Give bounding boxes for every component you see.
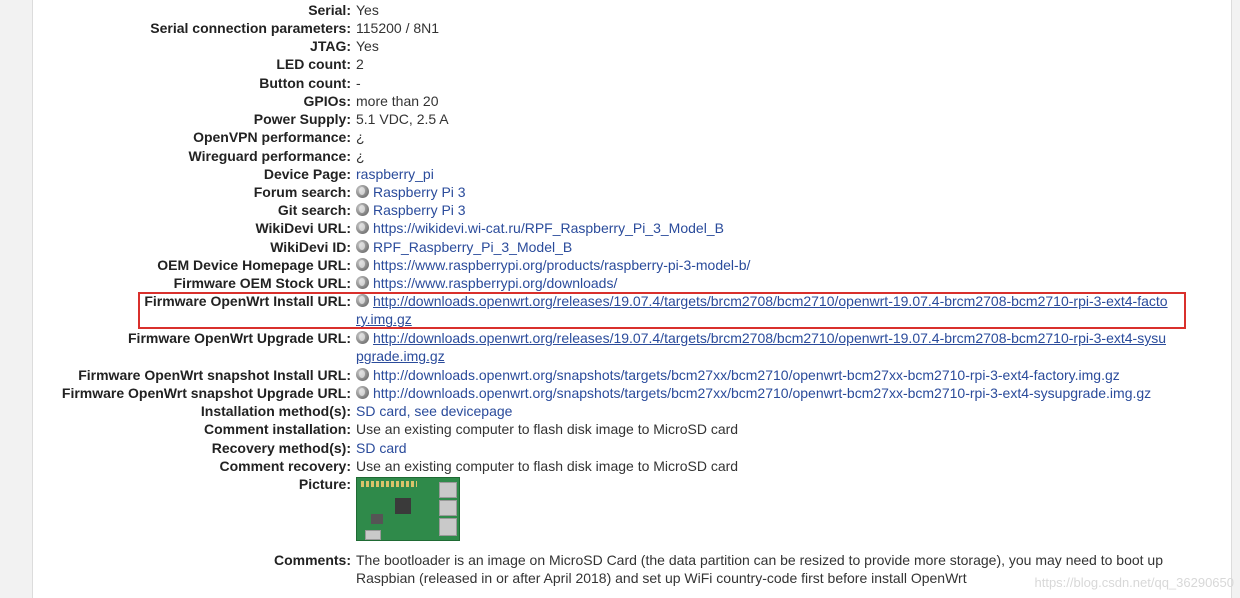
forum-search-link[interactable]: Raspberry Pi 3 [373,184,466,200]
serial-params-value: 115200 / 8N1 [356,20,440,36]
row-wikidevi-url: WikiDevi URL: https://wikidevi.wi-cat.ru… [33,219,1231,237]
install-method-link[interactable]: SD card, see devicepage [356,403,512,419]
row-openvpn: OpenVPN performance: ¿ [33,128,1231,146]
wikidevi-id-link[interactable]: RPF_Raspberry_Pi_3_Model_B [373,239,572,255]
led-count-label: LED count: [276,56,351,72]
recovery-method-link[interactable]: SD card [356,440,407,456]
gpios-value: more than 20 [356,93,439,109]
oem-homepage-link[interactable]: https://www.raspberrypi.org/products/ras… [373,257,750,273]
power-supply-label: Power Supply: [253,111,351,127]
row-recovery-method: Recovery method(s): SD card [33,439,1231,457]
device-page-label: Device Page: [263,166,351,182]
globe-icon [356,203,369,216]
row-serial: Serial: Yes [33,1,1231,19]
power-supply-value: 5.1 VDC, 2.5 A [356,111,449,127]
comment-recovery-value: Use an existing computer to flash disk i… [356,458,739,474]
highlight-box [138,292,1186,329]
row-power-supply: Power Supply: 5.1 VDC, 2.5 A [33,110,1231,128]
row-firmware-oem: Firmware OEM Stock URL: https://www.rasp… [33,274,1231,292]
serial-label: Serial: [308,2,351,18]
fw-upgrade-label: Firmware OpenWrt Upgrade URL: [128,330,351,346]
oem-homepage-label: OEM Device Homepage URL: [157,257,351,273]
row-led-count: LED count: 2 [33,55,1231,73]
comments-label: Comments: [273,552,351,568]
device-info-panel: Serial: Yes Serial connection parameters… [32,0,1232,598]
button-count-label: Button count: [259,75,351,91]
wireguard-value: ¿ [356,148,365,164]
row-wikidevi-id: WikiDevi ID: RPF_Raspberry_Pi_3_Model_B [33,238,1231,256]
install-method-label: Installation method(s): [200,403,351,419]
serial-params-label: Serial connection parameters: [150,20,351,36]
forum-search-label: Forum search: [253,184,351,200]
row-serial-params: Serial connection parameters: 115200 / 8… [33,19,1231,37]
wikidevi-url-link[interactable]: https://wikidevi.wi-cat.ru/RPF_Raspberry… [373,220,724,236]
picture-label: Picture: [298,476,351,492]
row-snap-install: Firmware OpenWrt snapshot Install URL: h… [33,366,1231,384]
watermark: https://blog.csdn.net/qq_36290650 [1034,575,1235,590]
globe-icon [356,386,369,399]
gpios-label: GPIOs: [303,93,351,109]
comment-install-value: Use an existing computer to flash disk i… [356,421,739,437]
jtag-label: JTAG: [310,38,351,54]
git-search-label: Git search: [277,202,351,218]
serial-value: Yes [356,2,379,18]
comment-install-label: Comment installation: [203,421,351,437]
row-jtag: JTAG: Yes [33,37,1231,55]
device-page-link[interactable]: raspberry_pi [356,166,434,182]
row-snap-upgrade: Firmware OpenWrt snapshot Upgrade URL: h… [33,384,1231,402]
row-oem-homepage: OEM Device Homepage URL: https://www.ras… [33,256,1231,274]
device-picture[interactable] [356,477,460,541]
comment-recovery-label: Comment recovery: [219,458,352,474]
row-picture: Picture: [33,475,1231,541]
firmware-oem-link[interactable]: https://www.raspberrypi.org/downloads/ [373,275,617,291]
row-wireguard: Wireguard performance: ¿ [33,147,1231,165]
globe-icon [356,368,369,381]
globe-icon [356,276,369,289]
openvpn-label: OpenVPN performance: [193,129,351,145]
button-count-value: - [356,75,361,91]
globe-icon [356,240,369,253]
snap-upgrade-link[interactable]: http://downloads.openwrt.org/snapshots/t… [373,385,1151,401]
wikidevi-id-label: WikiDevi ID: [270,239,351,255]
globe-icon [356,331,369,344]
firmware-oem-label: Firmware OEM Stock URL: [173,275,351,291]
recovery-method-label: Recovery method(s): [211,440,351,456]
row-forum-search: Forum search: Raspberry Pi 3 [33,183,1231,201]
row-gpios: GPIOs: more than 20 [33,92,1231,110]
row-comment-install: Comment installation: Use an existing co… [33,420,1231,438]
row-git-search: Git search: Raspberry Pi 3 [33,201,1231,219]
wireguard-label: Wireguard performance: [188,148,351,164]
row-fw-upgrade: Firmware OpenWrt Upgrade URL: http://dow… [33,329,1231,365]
snap-install-label: Firmware OpenWrt snapshot Install URL: [78,367,351,383]
openvpn-value: ¿ [356,129,365,145]
row-comment-recovery: Comment recovery: Use an existing comput… [33,457,1231,475]
row-device-page: Device Page: raspberry_pi [33,165,1231,183]
jtag-value: Yes [356,38,379,54]
fw-upgrade-link[interactable]: http://downloads.openwrt.org/releases/19… [356,330,1166,364]
row-button-count: Button count: - [33,74,1231,92]
snap-install-link[interactable]: http://downloads.openwrt.org/snapshots/t… [373,367,1120,383]
led-count-value: 2 [356,56,364,72]
row-install-method: Installation method(s): SD card, see dev… [33,402,1231,420]
globe-icon [356,258,369,271]
git-search-link[interactable]: Raspberry Pi 3 [373,202,466,218]
wikidevi-url-label: WikiDevi URL: [255,220,351,236]
snap-upgrade-label: Firmware OpenWrt snapshot Upgrade URL: [61,385,351,401]
globe-icon [356,221,369,234]
globe-icon [356,185,369,198]
